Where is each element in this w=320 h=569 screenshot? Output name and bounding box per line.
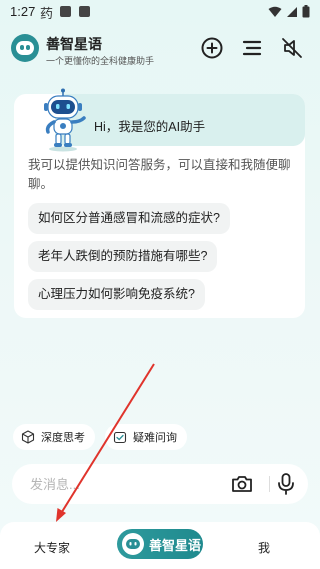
app-title: 善智星语: [46, 36, 102, 52]
robot-mascot-icon: [44, 88, 86, 152]
status-app-glyph: 药: [40, 6, 54, 21]
add-circle-icon[interactable]: [200, 36, 224, 60]
intro-text: 我可以提供知识问答服务，可以直接和我随便聊聊。: [28, 158, 291, 191]
hard-question-label: 疑难问询: [133, 432, 177, 444]
message-input[interactable]: [30, 474, 210, 494]
greeting-text: Hi，我是您的AI助手: [94, 120, 206, 134]
notification-icon: [60, 6, 71, 17]
deep-think-chip[interactable]: 深度思考: [13, 424, 95, 450]
battery-icon: [302, 5, 310, 18]
camera-icon[interactable]: [230, 472, 254, 496]
robot-logo-icon: [122, 533, 144, 555]
app-logo-robot-icon: [11, 34, 39, 62]
microphone-icon[interactable]: [274, 471, 298, 497]
suggestion-2[interactable]: 老年人跌倒的预防措施有哪些?: [28, 241, 218, 272]
nav-expert-tab[interactable]: 大专家: [34, 539, 70, 556]
nav-home-label: 善智星语: [149, 537, 202, 553]
signal-icon: [287, 6, 297, 17]
status-bar: 1:27 药: [0, 0, 320, 24]
suggestion-1[interactable]: 如何区分普通感冒和流感的症状?: [28, 203, 230, 234]
app-subtitle: 一个更懂你的全科健康助手: [46, 56, 155, 66]
wifi-icon: [268, 6, 282, 17]
notification-a-icon: [79, 6, 90, 17]
app-header: 善智星语 一个更懂你的全科健康助手: [0, 30, 320, 70]
message-input-bar: [12, 464, 308, 504]
check-calendar-icon: [113, 431, 127, 444]
status-time: 1:27: [10, 4, 36, 19]
cube-icon: [21, 430, 35, 444]
mute-icon[interactable]: [280, 36, 304, 60]
input-divider: [269, 476, 270, 492]
menu-icon[interactable]: [240, 36, 264, 60]
bottom-nav: 大专家 善智星语 我: [0, 522, 320, 569]
nav-me-tab[interactable]: 我: [258, 539, 270, 556]
nav-home-tab[interactable]: 善智星语: [117, 529, 203, 559]
hard-question-chip[interactable]: 疑难问询: [105, 424, 187, 450]
status-indicators: [268, 5, 310, 18]
suggestion-3[interactable]: 心理压力如何影响免疫系统?: [28, 279, 205, 310]
deep-think-label: 深度思考: [41, 432, 85, 444]
